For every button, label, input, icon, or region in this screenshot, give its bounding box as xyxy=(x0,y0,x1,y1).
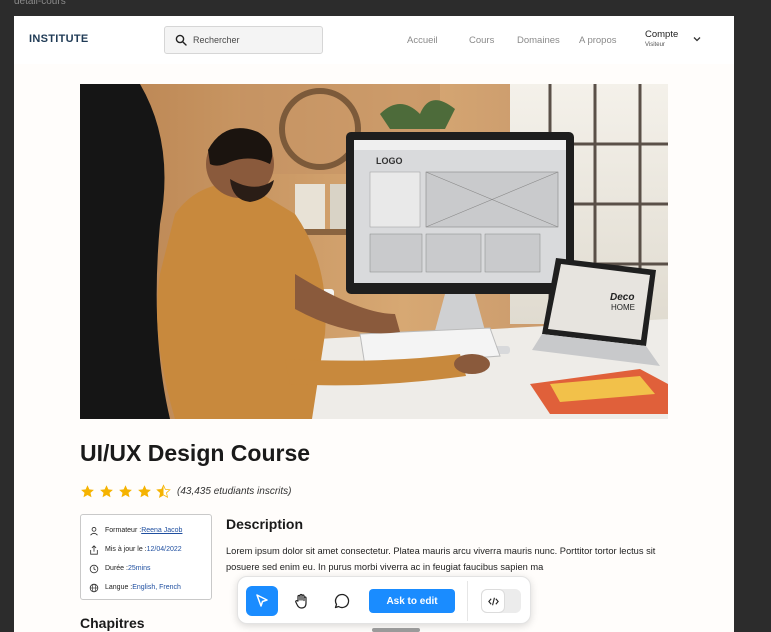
info-duration: Durée : 25mins xyxy=(89,559,203,578)
info-trainer-label: Formateur : xyxy=(105,527,142,534)
nav-link-a-propos[interactable]: A propos xyxy=(579,35,617,46)
star-icon xyxy=(119,485,132,498)
info-language-label: Langue : xyxy=(105,584,133,591)
star-half-icon xyxy=(156,484,171,499)
code-icon xyxy=(487,597,499,605)
hero-laptop-text-1: Deco xyxy=(610,292,634,303)
info-updated-label: Mis à jour le : xyxy=(105,546,147,553)
toolbar-divider xyxy=(467,581,468,621)
info-duration-label: Durée : xyxy=(105,565,128,572)
comment-tool[interactable] xyxy=(326,586,358,616)
course-hero-image: LOGO Deco HOME xyxy=(80,84,668,419)
info-language-value: English, French xyxy=(132,584,181,591)
hero-laptop-text-2: HOME xyxy=(611,303,635,312)
star-icon xyxy=(100,485,113,498)
code-view-toggle[interactable] xyxy=(481,589,521,613)
canvas-scroll-thumb[interactable] xyxy=(372,628,420,632)
cursor-tool[interactable] xyxy=(246,586,278,616)
info-updated: Mis à jour le : 12/04/2022 xyxy=(89,540,203,559)
description-text: Lorem ipsum dolor sit amet consectetur. … xyxy=(226,546,656,572)
hand-tool[interactable] xyxy=(286,586,318,616)
account-name: Compte xyxy=(645,29,679,40)
hero-screen-logo: LOGO xyxy=(376,156,403,166)
course-detail: LOGO Deco HOME UI/UX Design Course (43,4… xyxy=(14,64,734,632)
trainer-link[interactable]: Reena Jacob xyxy=(141,527,182,534)
course-info-card: Formateur : Reena Jacob Mis à jour le : … xyxy=(80,514,212,600)
cursor-icon xyxy=(256,594,268,607)
navbar: INSTITUTE Accueil Cours Domaines A propo… xyxy=(14,16,734,64)
search-box[interactable] xyxy=(164,26,323,54)
account-role: Visiteur xyxy=(645,42,665,48)
user-icon xyxy=(90,526,98,535)
nav-link-cours[interactable]: Cours xyxy=(469,35,494,46)
share-icon xyxy=(90,544,98,555)
course-rating: (43,435 etudiants inscrits) xyxy=(80,484,292,499)
globe-icon xyxy=(89,583,99,592)
clock-icon xyxy=(89,564,99,573)
enrolled-count: (43,435 etudiants inscrits) xyxy=(177,486,292,497)
search-icon xyxy=(175,34,187,46)
editor-toolbar: Ask to edit xyxy=(237,576,531,624)
account-menu[interactable]: Compte Visiteur xyxy=(645,29,678,48)
course-title: UI/UX Design Course xyxy=(80,440,311,466)
comment-icon xyxy=(334,593,350,609)
code-toggle-knob xyxy=(481,589,505,613)
info-language: Langue : English, French xyxy=(89,578,203,597)
page-frame: INSTITUTE Accueil Cours Domaines A propo… xyxy=(14,16,734,632)
info-duration-value: 25mins xyxy=(127,565,151,572)
nav-link-domaines[interactable]: Domaines xyxy=(517,35,560,46)
star-icon xyxy=(81,485,94,498)
chapters-title: Chapitres xyxy=(80,615,145,631)
hand-icon xyxy=(295,593,307,609)
description-title: Description xyxy=(226,516,304,532)
nav-link-accueil[interactable]: Accueil xyxy=(407,35,438,46)
logo[interactable]: INSTITUTE xyxy=(29,33,89,45)
ask-to-edit-button[interactable]: Ask to edit xyxy=(369,589,455,613)
star-icon xyxy=(138,485,151,498)
info-updated-value: 12/04/2022 xyxy=(146,546,182,553)
info-trainer: Formateur : Reena Jacob xyxy=(89,521,203,540)
frame-label: detail-cours xyxy=(14,0,66,7)
search-input[interactable] xyxy=(193,35,313,45)
chevron-down-icon[interactable] xyxy=(692,34,702,44)
